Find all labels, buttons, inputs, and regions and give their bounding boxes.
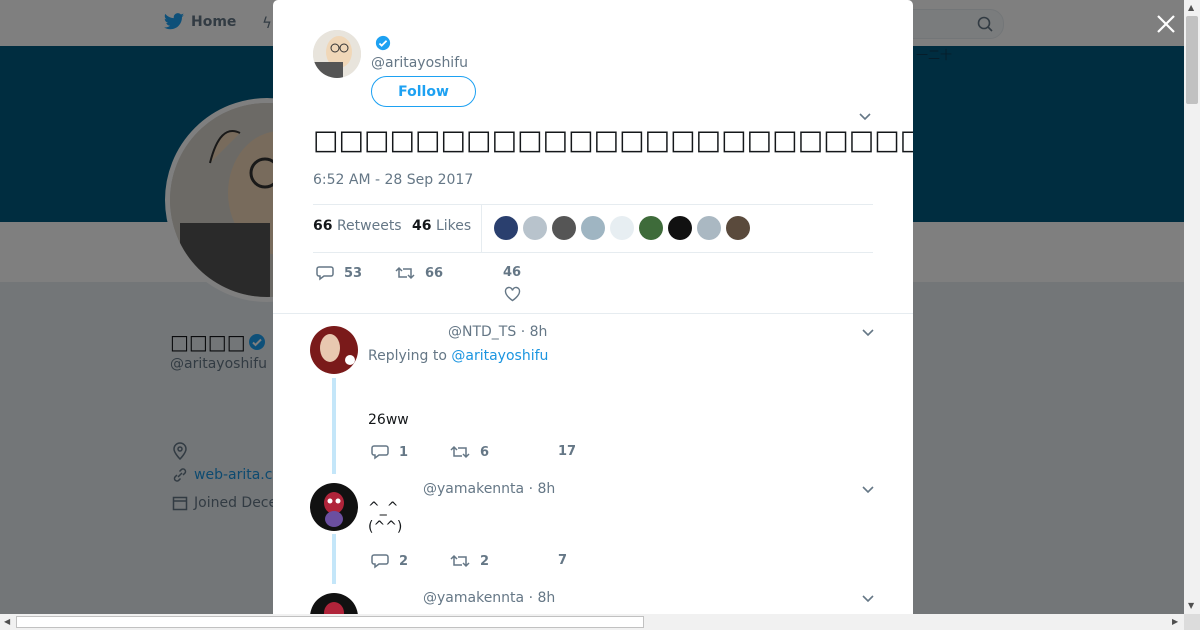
likers-avatars: [494, 216, 750, 240]
stats-divider: [481, 205, 482, 252]
reply-button[interactable]: 1: [371, 444, 408, 460]
like-button[interactable]: 46: [503, 265, 521, 302]
likes-count: 46: [412, 218, 432, 234]
thread-line: [332, 534, 336, 584]
reply-icon: [316, 266, 334, 281]
reply-icon: [371, 554, 389, 569]
liker-avatar[interactable]: [494, 216, 518, 240]
retweet-icon: [395, 266, 415, 280]
chevron-down-icon[interactable]: [861, 485, 875, 495]
replying-to: Replying to @aritayoshifu: [368, 348, 548, 364]
reply-avatar[interactable]: [310, 483, 358, 531]
retweet-icon: [450, 445, 470, 459]
retweets-stat[interactable]: 66 Retweets: [313, 218, 402, 234]
reply-text-line: ^_^: [368, 500, 399, 516]
likes-label: Likes: [435, 218, 472, 234]
tweet-stats: 66 Retweets 46 Likes: [313, 204, 873, 253]
retweet-button[interactable]: 2: [450, 553, 489, 569]
retweet-count: 2: [480, 553, 490, 569]
tweet-modal: @aritayoshifu Follow □□□□□□□□□□□□□□□□□□□…: [273, 0, 913, 614]
reply-count: 1: [399, 444, 409, 460]
tweet-timestamp[interactable]: 6:52 AM - 28 Sep 2017: [313, 172, 473, 188]
like-count: 17: [558, 444, 577, 459]
reply-icon: [371, 445, 389, 460]
scroll-right-icon[interactable]: ▶: [1172, 617, 1178, 626]
horizontal-scroll-thumb[interactable]: [16, 616, 644, 628]
retweet-button[interactable]: 6: [450, 444, 489, 460]
reply-avatar-image: [310, 326, 358, 374]
reply-handle[interactable]: @yamakennta · 8h: [423, 590, 555, 606]
tweet-author-avatar[interactable]: [313, 30, 361, 78]
retweet-count: 66: [425, 265, 444, 281]
tweet-actions: 53 66 46: [313, 262, 873, 302]
retweet-count: 6: [480, 444, 490, 460]
retweets-count: 66: [313, 218, 333, 234]
tweet-author-avatar-image: [313, 30, 361, 78]
likes-stat[interactable]: 46 Likes: [412, 218, 471, 234]
horizontal-scrollbar[interactable]: ◀ ▶: [0, 614, 1184, 630]
reply-count: 2: [399, 553, 409, 569]
reply-tweet[interactable]: @yamakennta · 8h ^_^ (^^) 2 2 7: [273, 474, 913, 584]
scrollbar-corner: [1184, 614, 1200, 630]
like-button[interactable]: 7: [558, 553, 567, 568]
tweet-author-handle[interactable]: @aritayoshifu: [371, 55, 468, 71]
reply-button[interactable]: 53: [316, 265, 362, 281]
scroll-left-icon[interactable]: ◀: [4, 617, 10, 626]
replying-prefix: Replying to: [368, 348, 447, 364]
like-button[interactable]: 17: [558, 444, 576, 459]
chevron-down-icon[interactable]: [861, 328, 875, 338]
like-count: 7: [558, 553, 568, 568]
liker-avatar[interactable]: [523, 216, 547, 240]
reply-button[interactable]: 2: [371, 553, 408, 569]
reply-avatar[interactable]: [310, 593, 358, 614]
reply-avatar-image: [310, 483, 358, 531]
retweets-label: Retweets: [336, 218, 402, 234]
reply-text: 26ww: [368, 412, 409, 428]
close-icon[interactable]: [1154, 12, 1178, 36]
chevron-down-icon[interactable]: [861, 594, 875, 604]
heart-icon: [504, 286, 520, 302]
scroll-down-icon[interactable]: ▼: [1188, 601, 1194, 610]
verified-badge-icon: [375, 35, 391, 51]
scroll-up-icon[interactable]: ▲: [1188, 3, 1194, 12]
reply-text: ^_^ (^^): [368, 499, 402, 537]
reply-count: 53: [344, 265, 363, 281]
retweet-icon: [450, 554, 470, 568]
like-count: 46: [503, 265, 522, 280]
reply-avatar[interactable]: [310, 326, 358, 374]
vertical-scroll-thumb[interactable]: [1186, 16, 1198, 104]
reply-handle[interactable]: @yamakennta · 8h: [423, 481, 555, 497]
liker-avatar[interactable]: [610, 216, 634, 240]
follow-button[interactable]: Follow: [371, 76, 476, 107]
liker-avatar[interactable]: [639, 216, 663, 240]
chevron-down-icon[interactable]: [858, 112, 872, 122]
liker-avatar[interactable]: [581, 216, 605, 240]
reply-text-line: (^^): [368, 519, 403, 535]
reply-tweet[interactable]: @NTD_TS · 8h Replying to @aritayoshifu 2…: [273, 314, 913, 474]
liker-avatar[interactable]: [697, 216, 721, 240]
reply-avatar-image: [310, 593, 358, 614]
vertical-scrollbar[interactable]: ▲ ▼: [1184, 0, 1200, 614]
replying-to-link[interactable]: @aritayoshifu: [451, 348, 548, 364]
tweet-text: □□□□□□□□□□□□□□□□□□□□□□□□□□□□□□□□□□□□□□□□…: [313, 125, 913, 156]
reply-tweet[interactable]: @yamakennta · 8h: [273, 584, 913, 614]
liker-avatar[interactable]: [668, 216, 692, 240]
liker-avatar[interactable]: [552, 216, 576, 240]
liker-avatar[interactable]: [726, 216, 750, 240]
reply-handle[interactable]: @NTD_TS · 8h: [448, 324, 547, 340]
thread-line: [332, 378, 336, 474]
retweet-button[interactable]: 66: [395, 265, 443, 281]
